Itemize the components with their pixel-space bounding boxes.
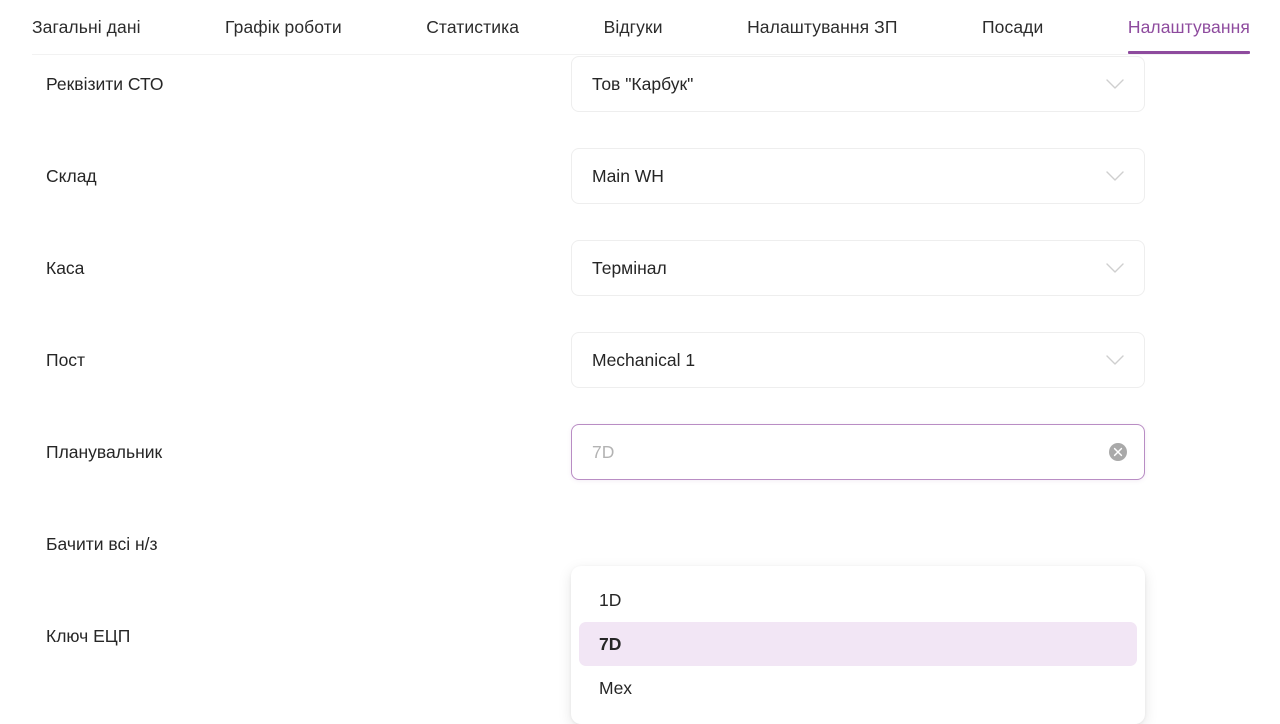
field-control: Mechanical 1 bbox=[571, 332, 1145, 388]
form-row-post: Пост Mechanical 1 bbox=[0, 332, 1280, 424]
dropdown-option-mex[interactable]: Mex bbox=[579, 666, 1137, 710]
option-label: 7D bbox=[599, 634, 621, 654]
dropdown-option-7d[interactable]: 7D bbox=[579, 622, 1137, 666]
chevron-down-icon bbox=[1106, 79, 1124, 90]
tab-zagalni-dani[interactable]: Загальні дані bbox=[32, 0, 141, 54]
tab-bar: Загальні дані Графік роботи Статистика В… bbox=[0, 0, 1280, 56]
dropdown-option-1d[interactable]: 1D bbox=[579, 578, 1137, 622]
chevron-down-icon bbox=[1106, 263, 1124, 274]
tab-statystyka[interactable]: Статистика bbox=[426, 0, 519, 54]
tab-label: Налаштування ЗП bbox=[747, 17, 897, 37]
field-label: Планувальник bbox=[46, 424, 162, 481]
tab-label: Графік роботи bbox=[225, 17, 342, 37]
tab-label: Посади bbox=[982, 17, 1043, 37]
select-value: Термінал bbox=[592, 241, 1090, 295]
field-label: Пост bbox=[46, 332, 85, 389]
planner-input[interactable]: 7D bbox=[592, 425, 1088, 479]
select-value: Mechanical 1 bbox=[592, 333, 1090, 387]
tab-list: Загальні дані Графік роботи Статистика В… bbox=[32, 0, 1250, 54]
option-label: 1D bbox=[599, 590, 621, 610]
tab-label: Налаштування bbox=[1128, 17, 1250, 37]
tab-nalashtuvannya-zp[interactable]: Налаштування ЗП bbox=[747, 0, 897, 54]
field-control: Main WH bbox=[571, 148, 1145, 204]
tab-vidguky[interactable]: Відгуки bbox=[604, 0, 663, 54]
planner-dropdown: 1D 7D Mex bbox=[571, 566, 1145, 724]
field-control: Тов "Карбук" bbox=[571, 56, 1145, 112]
tab-grafik-roboty[interactable]: Графік роботи bbox=[225, 0, 342, 54]
chevron-down-icon bbox=[1106, 355, 1124, 366]
tab-bar-divider bbox=[32, 54, 1248, 55]
select-warehouse[interactable]: Main WH bbox=[571, 148, 1145, 204]
chevron-down-icon bbox=[1106, 171, 1124, 182]
select-cashbox[interactable]: Термінал bbox=[571, 240, 1145, 296]
field-label: Каса bbox=[46, 240, 84, 297]
field-label: Бачити всі н/з bbox=[46, 516, 158, 573]
select-post[interactable]: Mechanical 1 bbox=[571, 332, 1145, 388]
tab-label: Загальні дані bbox=[32, 17, 141, 37]
tab-label: Відгуки bbox=[604, 17, 663, 37]
combobox-planner[interactable]: 7D bbox=[571, 424, 1145, 480]
tab-label: Статистика bbox=[426, 17, 519, 37]
field-control: 7D bbox=[571, 424, 1145, 480]
field-label: Склад bbox=[46, 148, 97, 205]
form-row-cashbox: Каса Термінал bbox=[0, 240, 1280, 332]
option-label: Mex bbox=[599, 678, 632, 698]
field-label: Ключ ЕЦП bbox=[46, 608, 130, 665]
form-row-planner: Планувальник 7D bbox=[0, 424, 1280, 516]
field-control: Термінал bbox=[571, 240, 1145, 296]
field-label: Реквізити СТО bbox=[46, 56, 164, 113]
form-row-requisites: Реквізити СТО Тов "Карбук" bbox=[0, 56, 1280, 148]
clear-icon[interactable] bbox=[1109, 443, 1127, 461]
select-value: Main WH bbox=[592, 149, 1090, 203]
form-row-warehouse: Склад Main WH bbox=[0, 148, 1280, 240]
select-requisites[interactable]: Тов "Карбук" bbox=[571, 56, 1145, 112]
tab-nalashtuvannya[interactable]: Налаштування bbox=[1128, 0, 1250, 54]
tab-posady[interactable]: Посади bbox=[982, 0, 1043, 54]
select-value: Тов "Карбук" bbox=[592, 57, 1090, 111]
